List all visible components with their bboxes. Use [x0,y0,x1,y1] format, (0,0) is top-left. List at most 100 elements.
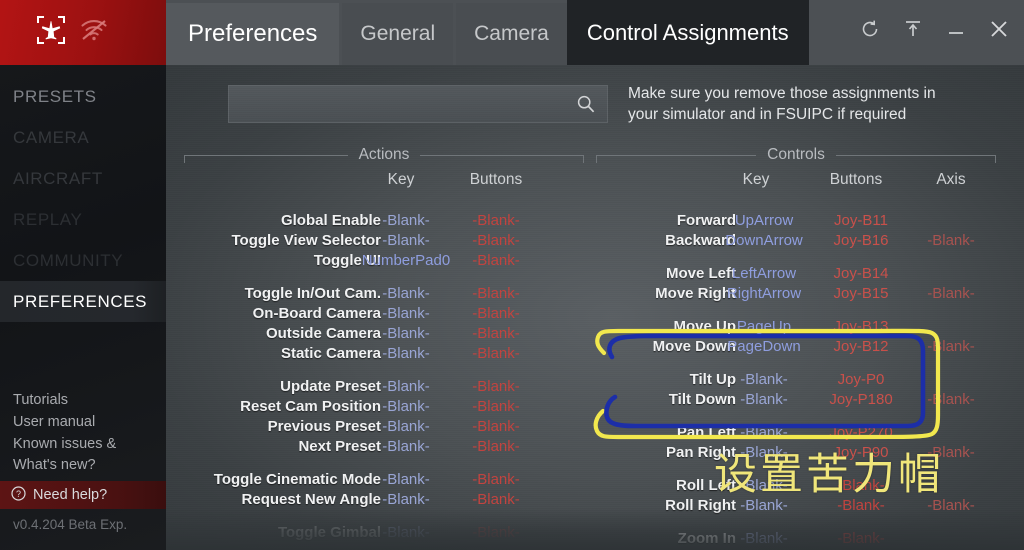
control-label: Pan Right [666,444,736,461]
control-buttons-cell[interactable]: Joy-P0 [811,371,911,388]
control-buttons-cell[interactable]: -Blank- [811,530,911,547]
control-axis-cell[interactable]: -Blank- [911,497,991,514]
control-axis-cell[interactable]: -Blank- [911,391,991,408]
control-buttons-cell[interactable]: -Blank- [811,477,911,494]
action-buttons-cell[interactable]: -Blank- [451,398,541,415]
app-window: PRESETS CAMERA AIRCRAFT REPLAY COMMUNITY… [0,0,1024,550]
sidebar-item-replay[interactable]: REPLAY [0,199,166,240]
action-label: Previous Preset [267,418,381,435]
action-buttons-cell[interactable]: -Blank- [451,325,541,342]
control-buttons-cell[interactable]: Joy-P180 [811,391,911,408]
close-button[interactable] [980,10,1018,52]
action-key-cell[interactable]: -Blank- [361,212,451,229]
tab-control-assignments[interactable]: Control Assignments [566,0,809,65]
control-buttons-cell[interactable]: Joy-B15 [811,285,911,302]
sidebar-item-preferences[interactable]: PREFERENCES [0,281,166,322]
action-buttons-cell[interactable]: -Blank- [451,305,541,322]
control-axis-cell[interactable]: -Blank- [911,444,991,461]
control-axis-cell[interactable]: -Blank- [911,285,991,302]
link-user-manual[interactable]: User manual [13,412,166,433]
window-controls [851,0,1018,62]
action-key-cell[interactable]: -Blank- [361,325,451,342]
control-key-cell[interactable]: -Blank- [714,371,814,388]
action-buttons-cell[interactable]: -Blank- [451,232,541,249]
sidebar-item-camera[interactable]: CAMERA [0,117,166,158]
action-label: Static Camera [280,345,381,362]
control-label: Move Up [673,318,736,335]
control-key-cell[interactable]: -Blank- [714,497,814,514]
tab-camera[interactable]: Camera [456,3,567,65]
control-axis-cell[interactable]: -Blank- [911,338,991,355]
action-key-cell[interactable]: -Blank- [361,524,451,541]
sidebar-item-presets[interactable]: PRESETS [0,76,166,117]
control-key-cell[interactable]: RightArrow [714,285,814,302]
dock-button[interactable] [894,10,932,52]
link-whats-new[interactable]: What's new? [13,455,166,475]
action-key-cell[interactable]: -Blank- [361,438,451,455]
action-buttons-cell[interactable]: -Blank- [451,471,541,488]
control-buttons-cell[interactable]: Joy-P270 [811,424,911,441]
action-buttons-cell[interactable]: -Blank- [451,438,541,455]
action-key-cell[interactable]: -Blank- [361,398,451,415]
action-key-cell[interactable]: -Blank- [361,418,451,435]
control-key-cell[interactable]: -Blank- [714,477,814,494]
control-buttons-cell[interactable]: Joy-B16 [811,232,911,249]
action-key-cell[interactable]: -Blank- [361,471,451,488]
minimize-button[interactable] [937,10,975,52]
control-key-cell[interactable]: -Blank- [714,391,814,408]
need-help-button[interactable]: ? Need help? [0,481,166,509]
control-buttons-cell[interactable]: Joy-B14 [811,265,911,282]
control-buttons-cell[interactable]: Joy-B11 [811,212,911,229]
action-buttons-cell[interactable]: -Blank- [451,345,541,362]
control-key-cell[interactable]: -Blank- [714,530,814,547]
refresh-button[interactable] [851,10,889,52]
action-buttons-cell[interactable]: -Blank- [451,285,541,302]
control-key-cell[interactable]: LeftArrow [714,265,814,282]
control-key-cell[interactable]: -Blank- [714,424,814,441]
control-key-cell[interactable]: PageUp [714,318,814,335]
action-key-cell[interactable]: -Blank- [361,345,451,362]
sidebar-item-aircraft[interactable]: AIRCRAFT [0,158,166,199]
control-buttons-cell[interactable]: Joy-B13 [811,318,911,335]
action-buttons-cell[interactable]: -Blank- [451,418,541,435]
version-label: v0.4.204 Beta Exp. [13,517,128,532]
control-label: Forward [676,212,736,229]
action-key-cell[interactable]: NumberPad0 [361,252,451,269]
action-buttons-cell[interactable]: -Blank- [451,252,541,269]
action-buttons-cell[interactable]: -Blank- [451,212,541,229]
rule-right [835,154,997,163]
app-logo[interactable] [0,0,166,65]
action-label: Reset Cam Position [240,398,381,415]
control-key-cell[interactable]: -Blank- [714,444,814,461]
control-label: Move Right [655,285,736,302]
action-buttons-cell[interactable]: -Blank- [451,524,541,541]
group-header-controls: Controls [596,145,997,165]
search-icon[interactable] [576,94,607,114]
search-input[interactable] [229,95,576,113]
action-label: Outside Camera [265,325,381,342]
action-key-cell[interactable]: -Blank- [361,232,451,249]
control-key-cell[interactable]: DownArrow [714,232,814,249]
sidebar-item-community[interactable]: COMMUNITY [0,240,166,281]
action-label: Toggle Gimbal [277,524,381,541]
colhead-controls-key: Key [742,171,770,188]
link-tutorials[interactable]: Tutorials [13,390,166,411]
action-key-cell[interactable]: -Blank- [361,491,451,508]
action-key-cell[interactable]: -Blank- [361,378,451,395]
action-label: Global Enable [280,212,381,229]
question-circle-icon: ? [11,485,26,505]
action-key-cell[interactable]: -Blank- [361,285,451,302]
action-label: Toggle Cinematic Mode [213,471,381,488]
control-key-cell[interactable]: PageDown [714,338,814,355]
control-buttons-cell[interactable]: -Blank- [811,497,911,514]
search-box[interactable] [228,85,608,123]
tab-general[interactable]: General [342,3,454,65]
control-key-cell[interactable]: UpArrow [714,212,814,229]
control-buttons-cell[interactable]: Joy-B12 [811,338,911,355]
control-axis-cell[interactable]: -Blank- [911,232,991,249]
action-buttons-cell[interactable]: -Blank- [451,378,541,395]
link-known-issues[interactable]: Known issues & [13,434,166,454]
action-buttons-cell[interactable]: -Blank- [451,491,541,508]
control-buttons-cell[interactable]: Joy-P90 [811,444,911,461]
action-key-cell[interactable]: -Blank- [361,305,451,322]
